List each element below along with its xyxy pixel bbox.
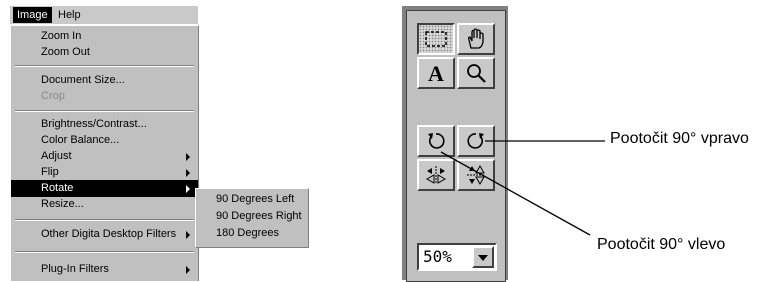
callout-rotate-left: Pootočit 90° vlevo [597, 236, 726, 253]
callout-rotate-right: Pootočit 90° vpravo [610, 130, 749, 147]
